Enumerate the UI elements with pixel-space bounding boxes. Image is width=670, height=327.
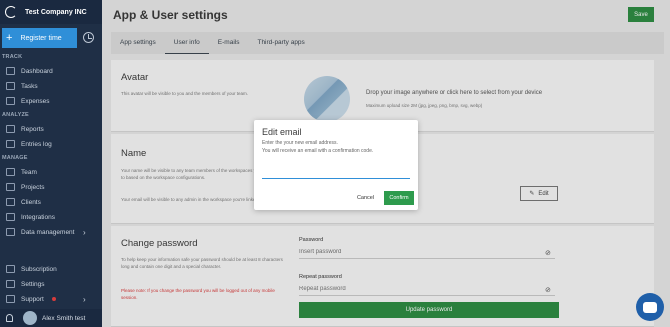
workspace-switcher[interactable]: Test Company INC [0,0,102,24]
avatar[interactable] [23,311,37,325]
sidebar-item-label: Projects [21,183,45,191]
chevron-right-icon: › [83,227,86,237]
integrations-icon [6,213,15,221]
sidebar-item-label: Integrations [21,213,55,221]
sidebar-item-entries-log[interactable]: Entries log [6,138,52,150]
sidebar-item-label: Support [21,295,44,303]
section-manage: MANAGE [2,155,28,161]
sidebar-item-label: Clients [21,198,41,206]
sidebar-item-dashboard[interactable]: Dashboard [6,65,53,77]
entries-log-icon [6,140,15,148]
projects-icon [6,183,15,191]
sidebar-item-integrations[interactable]: Integrations [6,211,55,223]
section-track: TRACK [2,54,23,60]
chevron-right-icon: › [83,294,86,304]
company-name: Test Company INC [25,8,87,16]
sidebar-item-label: Settings [21,280,45,288]
tasks-icon [6,82,15,90]
sidebar-item-team[interactable]: Team [6,166,37,178]
company-logo-icon [5,6,17,18]
sidebar-item-label: Entries log [21,140,52,148]
register-time-button[interactable]: + Register time [2,28,77,48]
reports-icon [6,125,15,133]
data-management-icon [6,228,15,236]
chat-bubble-icon [643,301,657,313]
modal-note: You will receive an email with a confirm… [262,148,374,154]
sidebar-item-label: Dashboard [21,67,53,75]
modal-title: Edit email [262,127,302,137]
sidebar-item-expenses[interactable]: Expenses [6,95,50,107]
sidebar-item-label: Reports [21,125,44,133]
section-analyze: ANALYZE [2,112,29,118]
sidebar-item-label: Tasks [21,82,38,90]
sidebar-item-projects[interactable]: Projects [6,181,44,193]
bell-icon[interactable] [6,314,13,322]
clients-icon [6,198,15,206]
sidebar-item-tasks[interactable]: Tasks [6,80,38,92]
plus-icon: + [6,31,13,44]
team-icon [6,168,15,176]
sidebar-item-label: Expenses [21,97,50,105]
sidebar: Test Company INC + Register time TRACK D… [0,0,102,327]
user-bar: Alex Smith test [0,309,102,327]
new-email-input[interactable] [262,168,410,179]
subscription-icon [6,265,15,273]
clock-icon[interactable] [83,32,94,43]
cancel-button[interactable]: Cancel [352,191,379,205]
notification-dot-icon [51,297,56,301]
sidebar-item-subscription[interactable]: Subscription [6,263,57,275]
register-time-label: Register time [20,34,62,42]
sidebar-item-clients[interactable]: Clients [6,196,41,208]
sidebar-item-support[interactable]: Support › [6,293,86,305]
sidebar-item-data-management[interactable]: Data management › [6,226,86,238]
support-icon [6,295,15,303]
sidebar-item-label: Team [21,168,37,176]
user-name[interactable]: Alex Smith test [42,315,85,322]
sidebar-item-label: Subscription [21,265,57,273]
settings-icon [6,280,15,288]
modal-instruction: Enter the your new email address. [262,140,338,146]
sidebar-item-label: Data management [21,228,75,236]
confirm-button[interactable]: Confirm [384,191,414,205]
edit-email-modal: Edit email Enter the your new email addr… [254,120,418,210]
sidebar-item-settings[interactable]: Settings [6,278,45,290]
dashboard-icon [6,67,15,75]
expenses-icon [6,97,15,105]
sidebar-item-reports[interactable]: Reports [6,123,44,135]
chat-button[interactable] [636,293,664,321]
